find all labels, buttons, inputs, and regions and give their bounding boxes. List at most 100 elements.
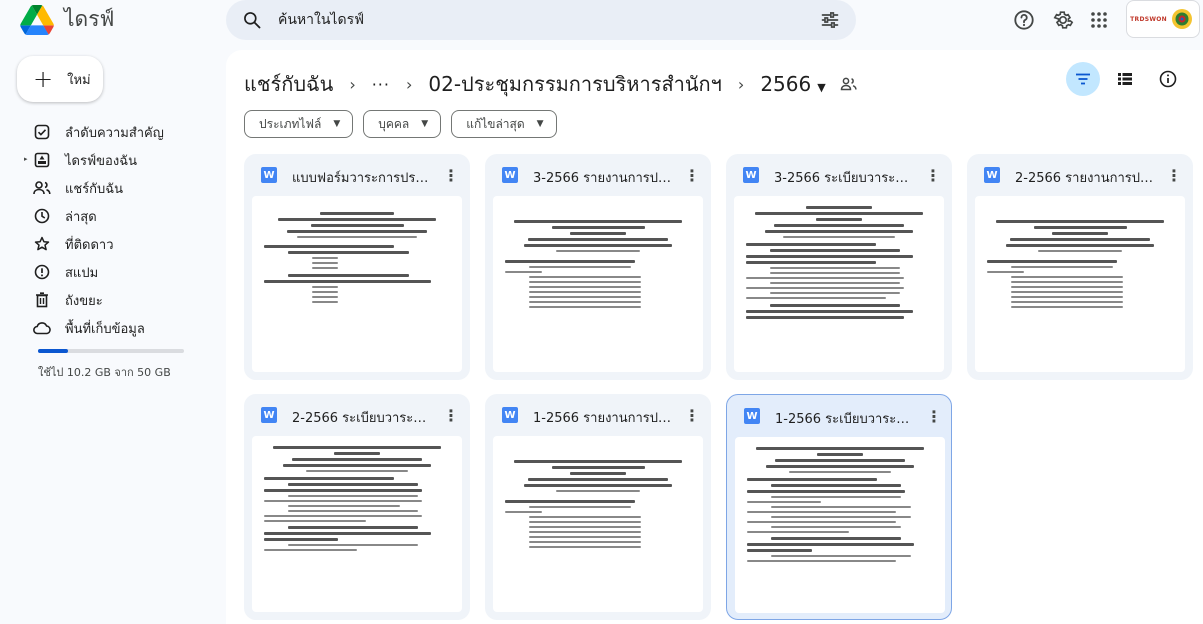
more-options-icon[interactable]: ⋮ (442, 166, 460, 185)
filter-file-type[interactable]: ประเภทไฟล์ ▼ (244, 110, 354, 138)
filter-modified[interactable]: แก้ไขล่าสุด ▼ (451, 110, 557, 138)
file-card[interactable]: W แบบฟอร์มวาระการประชุม ⋮ (244, 154, 470, 380)
search-icon[interactable] (242, 10, 262, 30)
trash-icon (33, 291, 51, 309)
more-options-icon[interactable]: ⋮ (925, 407, 943, 426)
word-doc-icon: W (743, 167, 759, 183)
storage-usage-text: ใช้ไป 10.2 GB จาก 50 GB (38, 366, 171, 379)
clock-icon (33, 207, 51, 225)
caret-down-icon: ▼ (421, 119, 429, 129)
sidebar-item-trash[interactable]: ถังขยะ (24, 286, 214, 314)
document-thumbnail (493, 436, 703, 612)
file-card[interactable]: W 3-2566 ระเบียบวาระการประชุม ⋮ (726, 154, 952, 380)
sidebar-item-priority[interactable]: ลำดับความสำคัญ (24, 118, 214, 146)
filter-list-icon (1076, 73, 1090, 85)
details-button[interactable] (1151, 62, 1185, 96)
sidebar-item-starred[interactable]: ที่ติดดาว (24, 230, 214, 258)
document-thumbnail (735, 437, 945, 613)
list-view-button[interactable] (1108, 62, 1142, 96)
more-options-icon[interactable]: ⋮ (683, 406, 701, 425)
cloud-icon (33, 319, 51, 337)
word-doc-icon: W (261, 407, 277, 423)
avatar (1172, 9, 1192, 29)
file-card[interactable]: W 1-2566 รายงานการประชุม ⋮ (485, 394, 711, 620)
breadcrumb: แชร์กับฉัน › ··· › 02-ประชุมกรรมการบริหา… (244, 68, 858, 100)
top-bar: ไดรฟ์ TRDSWON (0, 0, 1203, 44)
sidebar-item-label: สแปม (65, 265, 99, 281)
caret-down-icon: ▼ (817, 81, 826, 94)
my-drive-icon (33, 151, 51, 169)
chip-label: ประเภทไฟล์ (259, 116, 322, 131)
filter-people[interactable]: บุคคล ▼ (363, 110, 442, 138)
file-card-header: W 1-2566 รายงานการประชุม ⋮ (485, 394, 711, 436)
shared-folder-icon (840, 77, 857, 91)
file-card-header: W แบบฟอร์มวาระการประชุม ⋮ (244, 154, 470, 196)
sidebar-item-storage[interactable]: พื้นที่เก็บข้อมูล (24, 314, 214, 342)
chevron-right-icon: › (737, 74, 745, 94)
sidebar-item-my-drive[interactable]: ▸ ไดรฟ์ของฉัน (24, 146, 214, 174)
apps-grid-icon[interactable] (1087, 8, 1111, 32)
google-drive-logo (20, 4, 54, 35)
document-thumbnail (252, 436, 462, 612)
shared-icon (33, 179, 51, 197)
more-options-icon[interactable]: ⋮ (924, 166, 942, 185)
sidebar-item-spam[interactable]: สแปม (24, 258, 214, 286)
star-icon (33, 235, 51, 253)
sidebar-nav: ลำดับความสำคัญ ▸ ไดรฟ์ของฉัน แชร์กับฉัน … (24, 118, 214, 342)
info-icon (1159, 70, 1177, 88)
more-options-icon[interactable]: ⋮ (683, 166, 701, 185)
file-card-selected[interactable]: W 1-2566 ระเบียบวาระการประชุม ⋮ (726, 394, 952, 620)
plus-icon: + (33, 65, 54, 93)
list-view-icon (1118, 73, 1132, 85)
sidebar-item-label: ที่ติดดาว (65, 237, 114, 253)
file-title: แบบฟอร์มวาระการประชุม (292, 171, 432, 186)
breadcrumb-current-folder[interactable]: 2566 ▼ (760, 72, 825, 96)
word-doc-icon: W (984, 167, 1000, 183)
tune-icon[interactable] (820, 10, 840, 30)
file-card[interactable]: W 2-2566 รายงานการประชุม ⋮ (967, 154, 1193, 380)
word-doc-icon: W (502, 167, 518, 183)
sidebar-item-shared[interactable]: แชร์กับฉัน (24, 174, 214, 202)
file-card[interactable]: W 2-2566 ระเบียบวาระการประชุม ⋮ (244, 394, 470, 620)
account-button[interactable]: TRDSWON (1126, 0, 1200, 38)
file-title: 1-2566 ระเบียบวาระการประชุม (775, 412, 915, 427)
account-brand: TRDSWON (1130, 15, 1167, 23)
file-card-header: W 3-2566 ระเบียบวาระการประชุม ⋮ (726, 154, 952, 196)
breadcrumb-ellipsis[interactable]: ··· (372, 75, 390, 94)
search-input[interactable] (278, 6, 778, 34)
more-options-icon[interactable]: ⋮ (1165, 166, 1183, 185)
file-card-header: W 2-2566 ระเบียบวาระการประชุม ⋮ (244, 394, 470, 436)
file-title: 1-2566 รายงานการประชุม (533, 411, 673, 426)
file-title: 2-2566 รายงานการประชุม (1015, 171, 1155, 186)
word-doc-icon: W (502, 407, 518, 423)
new-button[interactable]: + ใหม่ (17, 56, 103, 102)
file-card-header: W 1-2566 ระเบียบวาระการประชุม ⋮ (727, 395, 953, 437)
help-icon[interactable] (1012, 8, 1036, 32)
settings-icon[interactable] (1051, 8, 1075, 32)
file-title: 3-2566 รายงานการประชุม (533, 171, 673, 186)
drive-logo[interactable]: ไดรฟ์ (20, 3, 114, 36)
search-bar[interactable] (226, 0, 856, 40)
breadcrumb-shared[interactable]: แชร์กับฉัน (244, 68, 333, 100)
chevron-right-icon: › (405, 74, 413, 94)
caret-down-icon: ▼ (536, 119, 544, 129)
priority-icon (33, 123, 51, 141)
more-options-icon[interactable]: ⋮ (442, 406, 460, 425)
sidebar-item-label: พื้นที่เก็บข้อมูล (65, 321, 145, 337)
sidebar-item-label: แชร์กับฉัน (65, 181, 124, 197)
expand-caret-icon[interactable]: ▸ (24, 155, 28, 163)
sidebar-item-label: ลำดับความสำคัญ (65, 125, 164, 141)
spam-icon (33, 263, 51, 281)
word-doc-icon: W (744, 408, 760, 424)
file-card-header: W 2-2566 รายงานการประชุม ⋮ (967, 154, 1193, 196)
file-title: 3-2566 ระเบียบวาระการประชุม (774, 171, 914, 186)
file-title: 2-2566 ระเบียบวาระการประชุม (292, 411, 432, 426)
breadcrumb-current-label: 2566 (760, 72, 812, 96)
sidebar-item-label: ล่าสุด (65, 209, 97, 225)
file-card[interactable]: W 3-2566 รายงานการประชุม ⋮ (485, 154, 711, 380)
storage-meter (38, 349, 184, 353)
breadcrumb-parent-folder[interactable]: 02-ประชุมกรรมการบริหารสำนักฯ (428, 68, 722, 100)
filter-view-button[interactable] (1066, 62, 1100, 96)
sidebar-item-recent[interactable]: ล่าสุด (24, 202, 214, 230)
document-thumbnail (975, 196, 1185, 372)
